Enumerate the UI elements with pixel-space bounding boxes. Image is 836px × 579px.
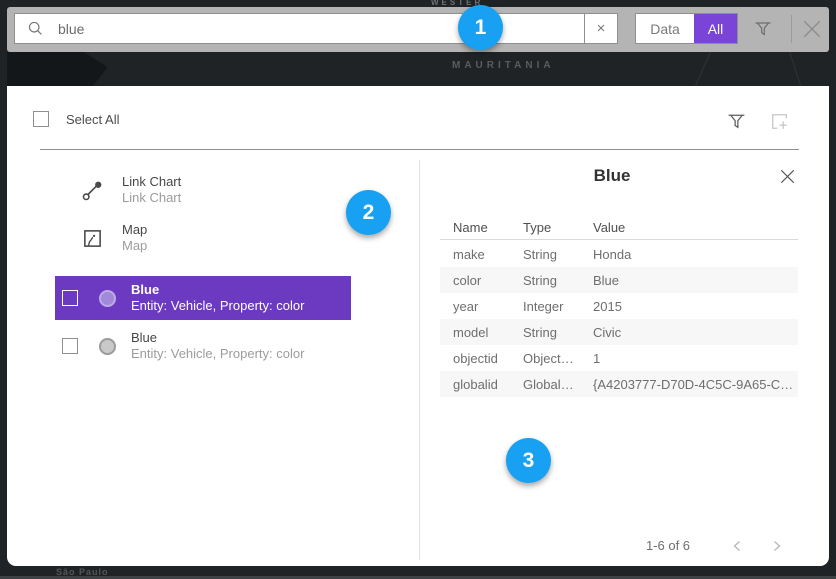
annotation-badge-2: 2 [346,190,391,235]
cell-name: model [453,325,523,340]
column-header-type: Type [523,220,551,235]
cell-value: Civic [593,325,798,340]
table-row: model String Civic [440,319,798,345]
results-filter-button[interactable] [726,110,750,134]
add-to-selection-button[interactable] [768,110,794,136]
result-checkbox[interactable] [62,290,78,306]
select-all-checkbox[interactable] [33,111,49,127]
cell-type: String [523,325,593,340]
filter-button[interactable] [751,16,775,40]
search-results-panel: Select All Link Chart Link Chart [7,86,829,566]
toolbar-divider [791,15,792,43]
link-chart-icon [81,179,104,202]
select-all-row: Select All [33,111,119,127]
close-search-button[interactable] [797,14,827,44]
header-divider [40,149,799,150]
result-title: Map [122,222,147,238]
close-icon [800,17,824,41]
result-link-chart[interactable]: Link Chart Link Chart [81,174,181,206]
cell-name: objectid [453,351,523,366]
annotation-badge-1: 1 [458,5,503,50]
cell-name: make [453,247,523,262]
search-input[interactable] [56,20,584,38]
result-title: Link Chart [122,174,181,190]
cell-type: Object… [523,351,593,366]
clear-search-button[interactable]: × [584,13,618,44]
close-icon [778,167,797,186]
chevron-right-icon [771,539,783,553]
attribute-table: make String Honda color String Blue year… [440,241,798,397]
next-page-button[interactable] [767,536,787,556]
result-subtitle: Map [122,238,147,254]
cell-type: Global… [523,377,593,392]
map-border-line [789,51,802,89]
cell-value: 2015 [593,299,798,314]
cell-value: Blue [593,273,798,288]
result-title: Blue [131,330,304,346]
result-title: Blue [131,282,304,298]
funnel-icon [753,18,773,38]
table-row: color String Blue [440,267,798,293]
map-border-line [693,50,712,91]
cell-name: color [453,273,523,288]
toggle-option-all[interactable]: All [694,14,737,43]
cell-name: globalid [453,377,523,392]
pagination-label: 1-6 of 6 [613,538,723,553]
table-row: objectid Object… 1 [440,345,798,371]
detail-close-button[interactable] [775,164,799,188]
map-label-mauritania: MAURITANIA [452,60,555,71]
entity-circle-icon [99,338,116,355]
result-blue-unselected[interactable]: Blue Entity: Vehicle, Property: color [55,324,351,368]
funnel-icon [726,110,747,131]
select-all-label: Select All [66,112,119,127]
map-country-shape [7,52,155,86]
cell-value: Honda [593,247,798,262]
result-subtitle: Entity: Vehicle, Property: color [131,298,304,314]
chevron-left-icon [731,539,743,553]
annotation-badge-3: 3 [506,438,551,483]
cell-name: year [453,299,523,314]
list-detail-divider [419,160,420,560]
square-plus-icon [768,110,791,133]
toggle-option-data[interactable]: Data [636,14,694,43]
screenshot-root: WESTER MAURITANIA São Paulo × Data All [0,0,836,579]
data-all-toggle: Data All [635,13,738,44]
column-header-value: Value [593,220,625,235]
result-subtitle: Entity: Vehicle, Property: color [131,346,304,362]
search-icon [27,20,44,37]
column-header-name: Name [453,220,488,235]
search-toolbar: × Data All [7,7,829,52]
result-subtitle: Link Chart [122,190,181,206]
previous-page-button[interactable] [727,536,747,556]
entity-circle-icon [99,290,116,307]
cell-type: String [523,247,593,262]
detail-title: Blue [432,166,792,186]
table-header-divider [440,239,798,240]
table-row: globalid Global… {A4203777-D70D-4C5C-9A6… [440,371,798,397]
table-row: make String Honda [440,241,798,267]
table-row: year Integer 2015 [440,293,798,319]
cell-value: 1 [593,351,798,366]
result-blue-selected[interactable]: Blue Entity: Vehicle, Property: color [55,276,351,320]
cell-type: String [523,273,593,288]
result-map[interactable]: Map Map [81,222,147,254]
cell-type: Integer [523,299,593,314]
cell-value: {A4203777-D70D-4C5C-9A65-C… [593,377,798,392]
map-icon [81,227,104,250]
result-checkbox[interactable] [62,338,78,354]
